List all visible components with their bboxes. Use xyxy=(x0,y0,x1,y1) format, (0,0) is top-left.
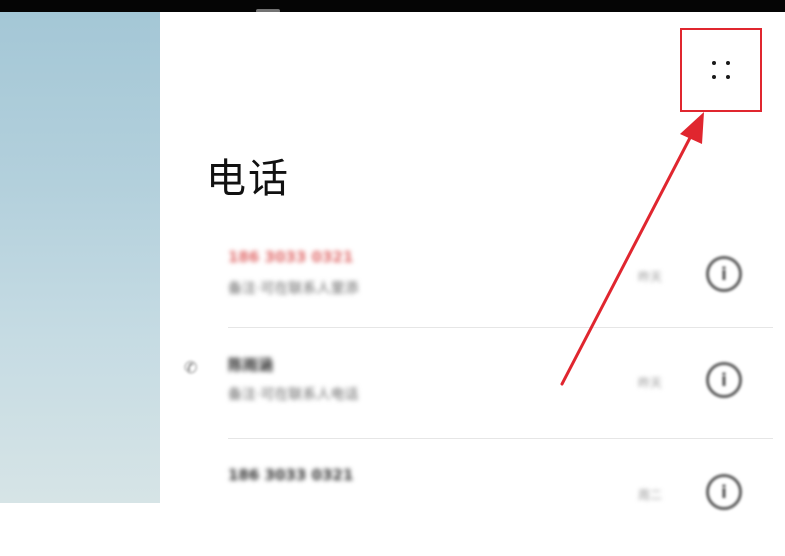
more-dots-icon xyxy=(710,59,732,81)
more-options-button[interactable] xyxy=(680,28,762,112)
info-icon[interactable]: i xyxy=(706,256,742,292)
info-icon[interactable]: i xyxy=(706,362,742,398)
divider xyxy=(228,327,773,328)
phone-call-icon: ✆ xyxy=(184,358,198,377)
call-log-row[interactable]: 陈雨涵 备注·可在联系人电话 昨天 i xyxy=(228,354,768,444)
call-subtitle: 备注·可在联系人电话 xyxy=(228,387,359,403)
call-time: 昨天 xyxy=(638,376,663,390)
call-time: 周二 xyxy=(638,488,663,502)
call-time: 昨天 xyxy=(638,270,663,284)
call-number: 186 3033 0321 xyxy=(228,466,354,484)
call-number: 186 3033 0321 xyxy=(228,248,354,266)
divider xyxy=(228,438,773,439)
call-name: 陈雨涵 xyxy=(228,356,274,374)
page-title: 电话 xyxy=(206,156,290,202)
call-subtitle: 备注·可在联系人里添 xyxy=(228,281,359,297)
call-log-row[interactable]: 186 3033 0321 周二 i xyxy=(228,466,768,556)
wallpaper-background xyxy=(0,12,160,503)
info-icon[interactable]: i xyxy=(706,474,742,510)
status-bar xyxy=(0,0,785,13)
call-log-row[interactable]: 186 3033 0321 备注·可在联系人里添 昨天 i xyxy=(228,248,768,338)
